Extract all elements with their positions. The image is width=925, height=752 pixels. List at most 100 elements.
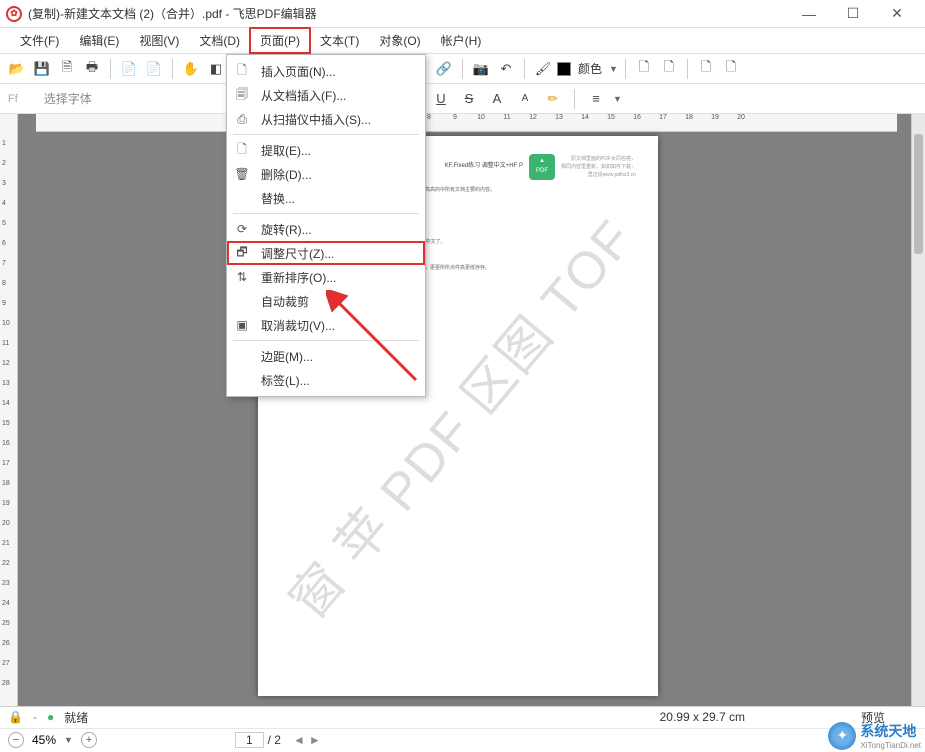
menu-insert-from-doc-label: 从文档插入(F)... <box>261 87 346 104</box>
menu-uncrop[interactable]: ▣ 取消裁切(V)... <box>227 313 425 337</box>
menu-scanner-label: 从扫描仪中插入(S)... <box>261 111 371 128</box>
page-dimensions: 20.99 x 29.7 cm <box>660 710 745 724</box>
menu-margin[interactable]: 边距(M)... <box>227 344 425 368</box>
page-ext-icon[interactable]: 🗋 <box>695 58 717 80</box>
menu-insert-page[interactable]: 🗋 插入页面(N)... <box>227 59 425 83</box>
brush-icon[interactable]: 🖌 <box>532 58 554 80</box>
brand-watermark: ✦ 系统天地 XiTongTianDi.net <box>828 721 921 750</box>
menu-insert-from-scanner[interactable]: ⎙ 从扫描仪中插入(S)... <box>227 107 425 131</box>
menu-rotate[interactable]: ⟳ 旋转(R)... <box>227 217 425 241</box>
doc-insert-icon: 🗐 <box>233 86 251 104</box>
zoom-value: 45% <box>32 733 56 747</box>
close-button[interactable]: ✕ <box>875 1 919 27</box>
underline-icon[interactable]: U <box>430 88 452 110</box>
camera-icon[interactable]: 📷 <box>470 58 492 80</box>
menu-label-label: 标签(L)... <box>261 372 310 389</box>
page-add2-icon[interactable]: 🗋 <box>658 58 680 80</box>
color-swatch[interactable] <box>557 62 571 76</box>
maximize-button[interactable]: ☐ <box>831 1 875 27</box>
reorder-icon: ⇅ <box>233 268 251 286</box>
faded-watermark: 下载时间 <box>767 687 815 704</box>
menu-reorder[interactable]: ⇅ 重新排序(O)... <box>227 265 425 289</box>
status-ready: 就绪 <box>64 709 88 726</box>
status-dot: ● <box>47 710 54 724</box>
pdf-badge-icon: ▲ PDF <box>529 154 555 180</box>
resize-icon: 🗗 <box>233 244 251 262</box>
menu-label[interactable]: 标签(L)... <box>227 368 425 392</box>
saveas-icon[interactable]: 🗎 <box>56 58 78 80</box>
font-icon: Ff <box>8 93 18 105</box>
undo-icon[interactable]: ↶ <box>495 58 517 80</box>
menu-resize[interactable]: 🗗 调整尺寸(Z)... <box>227 241 425 265</box>
menu-document[interactable]: 文档(D) <box>189 28 250 53</box>
page-plus-icon: 🗋 <box>233 62 251 80</box>
menu-extract[interactable]: 🗋 提取(E)... <box>227 138 425 162</box>
brand-name: 系统天地 <box>860 721 921 741</box>
brand-logo-icon: ✦ <box>828 722 856 750</box>
menu-replace[interactable]: 替换... <box>227 186 425 210</box>
vertical-scrollbar[interactable] <box>911 114 925 706</box>
scanner-icon: ⎙ <box>233 110 251 128</box>
hand-icon[interactable]: ✋ <box>180 58 202 80</box>
menu-delete-label: 删除(D)... <box>261 166 312 183</box>
color-label: 颜色 <box>578 60 602 77</box>
menu-margin-label: 边距(M)... <box>261 348 313 365</box>
menu-text[interactable]: 文本(T) <box>310 28 369 53</box>
page-current[interactable]: 1 <box>235 732 264 748</box>
page-total: / 2 <box>268 733 281 747</box>
title-bar: ✿ (复制)-新建文本文档 (2)（合并）.pdf - 飞思PDF编辑器 — ☐… <box>0 0 925 28</box>
lock-icon: 🔒 <box>8 710 23 724</box>
menu-insert-page-label: 插入页面(N)... <box>261 63 336 80</box>
menu-object[interactable]: 对象(O) <box>369 28 430 53</box>
ruler-vertical: 1 2 3 4 5 6 7 8 9 10 11 12 13 14 15 16 1… <box>0 114 18 706</box>
menu-replace-label: 替换... <box>261 190 295 207</box>
menu-autocrop[interactable]: 自动裁剪 <box>227 289 425 313</box>
page-del-icon[interactable]: 🗋 <box>720 58 742 80</box>
font-selector[interactable]: 选择字体 <box>44 90 92 107</box>
tool-icon[interactable]: ◧ <box>205 58 227 80</box>
page-icon[interactable]: 📄 <box>118 58 140 80</box>
print-icon[interactable]: 🖶 <box>81 58 103 80</box>
page2-icon[interactable]: 📄 <box>143 58 165 80</box>
highlight-icon[interactable]: ✏ <box>542 88 564 110</box>
delete-icon: 🗑 <box>233 165 251 183</box>
canvas[interactable]: 2 3 4 5 6 7 8 9 10 11 12 13 14 15 16 17 … <box>18 114 911 706</box>
strike-icon[interactable]: S <box>458 88 480 110</box>
menu-autocrop-label: 自动裁剪 <box>261 293 309 310</box>
font-toolbar: Ff 选择字体 U S A A ✏ ≡ ▼ <box>0 84 925 114</box>
save-icon[interactable]: 💾 <box>31 58 53 80</box>
zoom-in-button[interactable]: + <box>81 732 97 748</box>
brand-sub: XiTongTianDi.net <box>860 741 921 750</box>
toolbar-main: 📂 💾 🗎 🖶 📄 📄 ✋ ◧ 🔗 📷 ↶ 🖌 颜色 ▼ 🗋 🗋 🗋 🗋 <box>0 54 925 84</box>
rotate-icon: ⟳ <box>233 220 251 238</box>
page-menu-dropdown: 🗋 插入页面(N)... 🗐 从文档插入(F)... ⎙ 从扫描仪中插入(S).… <box>226 54 426 397</box>
page-add-icon[interactable]: 🗋 <box>633 58 655 80</box>
window-title: (复制)-新建文本文档 (2)（合并）.pdf - 飞思PDF编辑器 <box>28 5 787 22</box>
page-next-button[interactable]: ► <box>309 733 321 747</box>
superscript-icon[interactable]: A <box>486 88 508 110</box>
zoom-out-button[interactable]: − <box>8 732 24 748</box>
menu-account[interactable]: 帐户(H) <box>431 28 492 53</box>
open-icon[interactable]: 📂 <box>6 58 28 80</box>
menu-bar: 文件(F) 编辑(E) 视图(V) 文档(D) 页面(P) 文本(T) 对象(O… <box>0 28 925 54</box>
minimize-button[interactable]: — <box>787 1 831 27</box>
menu-page[interactable]: 页面(P) <box>250 28 310 53</box>
menu-uncrop-label: 取消裁切(V)... <box>261 317 335 334</box>
menu-resize-label: 调整尺寸(Z)... <box>261 245 334 262</box>
extract-icon: 🗋 <box>233 141 251 159</box>
menu-delete[interactable]: 🗑 删除(D)... <box>227 162 425 186</box>
line-spacing-icon[interactable]: ≡ <box>585 88 607 110</box>
ruler-horizontal: 2 3 4 5 6 7 8 9 10 11 12 13 14 15 16 17 … <box>36 114 897 132</box>
uncrop-icon: ▣ <box>233 316 251 334</box>
sup2-icon[interactable]: A <box>514 88 536 110</box>
menu-view[interactable]: 视图(V) <box>129 28 189 53</box>
scroll-thumb[interactable] <box>914 134 923 254</box>
status-bar: 🔒 - ● 就绪 20.99 x 29.7 cm 预览 − 45% ▼ + 1 … <box>0 706 925 752</box>
menu-file[interactable]: 文件(F) <box>10 28 69 53</box>
workspace: 1 2 3 4 5 6 7 8 9 10 11 12 13 14 15 16 1… <box>0 114 925 706</box>
menu-insert-from-doc[interactable]: 🗐 从文档插入(F)... <box>227 83 425 107</box>
page-prev-button[interactable]: ◄ <box>293 733 305 747</box>
menu-rotate-label: 旋转(R)... <box>261 221 312 238</box>
menu-edit[interactable]: 编辑(E) <box>69 28 129 53</box>
link-icon[interactable]: 🔗 <box>433 58 455 80</box>
